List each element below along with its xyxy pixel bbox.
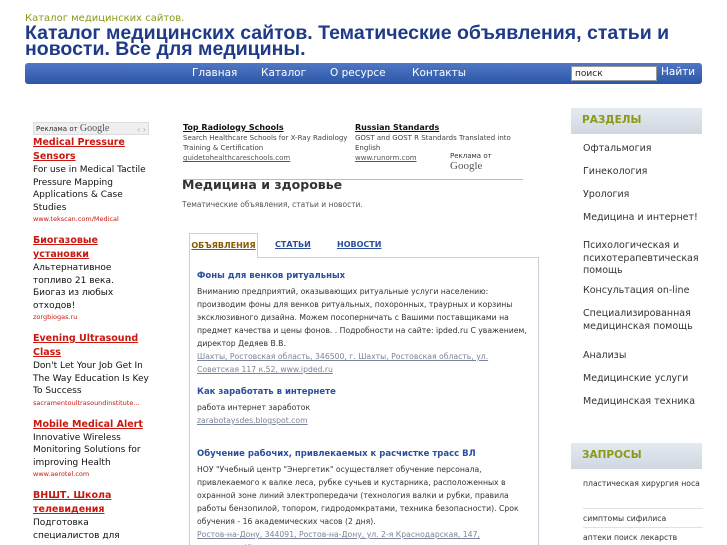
ad-item: Mobile Medical Alert Innovative Wireless…	[33, 418, 149, 481]
page-subheading: Тематические объявления, статьи и новост…	[182, 200, 363, 209]
ad-title-link[interactable]: Биогазовые установки	[33, 234, 149, 262]
ads-by-google-label: Реклама от Google ‹ ›	[33, 122, 149, 135]
section-link[interactable]: Гинекология	[583, 166, 703, 189]
site-title[interactable]: Каталог медицинских сайтов. Тематические…	[25, 23, 715, 59]
ad-body: Innovative Wireless Monitoring Solutions…	[33, 432, 141, 468]
ads-by-prefix: Реклама от	[36, 125, 78, 133]
listing-item: Обучение рабочих, привлекаемых к расчист…	[197, 448, 529, 545]
ad-body: Альтернативное топливо 21 века. Биогаз и…	[33, 263, 114, 311]
listing-item: Фоны для венков ритуальных Вниманию пред…	[197, 270, 529, 376]
page-heading: Медицина и здоровье	[182, 177, 343, 192]
section-link[interactable]: Офтальмогия	[583, 143, 703, 166]
sections-heading: РАЗДЕЛЫ	[571, 108, 702, 134]
ad-body: Подготовка специалистов для телевидения …	[33, 518, 138, 545]
queries-list: пластическая хирургия носа симптомы сифи…	[583, 478, 703, 545]
listing-location-link[interactable]: Ростов-на-Дону, 344091, Ростов-на-Дону, …	[197, 528, 529, 545]
sections-list: Офтальмогия Гинекология Урология Медицин…	[583, 143, 703, 413]
section-link[interactable]: Урология	[583, 189, 703, 212]
left-ad-column: Реклама от Google ‹ › Medical Pressure S…	[33, 122, 149, 545]
section-link[interactable]: Медицинская техника	[583, 390, 703, 413]
ad-body: For use in Medical Tactile Pressure Mapp…	[33, 165, 146, 213]
ad-pager-arrows-icon[interactable]: ‹ ›	[137, 124, 146, 136]
queries-heading: ЗАПРОСЫ	[571, 443, 702, 469]
top-ad-item: Top Radiology Schools Search Healthcare …	[183, 122, 353, 163]
top-ad-title-link[interactable]: Russian Standards	[355, 122, 520, 133]
ad-title-link[interactable]: ВНШТ. Школа телевидения	[33, 489, 149, 517]
tab-news[interactable]: НОВОСТИ	[337, 233, 381, 258]
ads-by-prefix: Реклама от	[450, 152, 492, 160]
section-link[interactable]: Консультация on-line	[583, 285, 703, 307]
ads-by-google-label: Реклама от Google	[450, 152, 523, 172]
page: Каталог медицинских сайтов. Каталог меди…	[0, 0, 727, 545]
query-link[interactable]: пластическая хирургия носа	[583, 478, 703, 508]
nav-home[interactable]: Главная	[192, 67, 237, 79]
listing-body: НОУ "Учебный центр "Энергетик" осуществл…	[197, 465, 519, 526]
listing-title-link[interactable]: Обучение рабочих, привлекаемых к расчист…	[197, 448, 529, 460]
ad-title-link[interactable]: Medical Pressure Sensors	[33, 136, 149, 164]
ad-body: Don't Let Your Job Get In The Way Educat…	[33, 361, 149, 396]
nav-contacts[interactable]: Контакты	[412, 67, 466, 79]
ad-title-link[interactable]: Mobile Medical Alert	[33, 418, 149, 432]
google-logo: Google	[450, 160, 483, 172]
top-ad-url[interactable]: guidetohealthcareschools.com	[183, 153, 353, 163]
ad-url[interactable]: www.aerotel.com	[33, 469, 149, 480]
listing-title-link[interactable]: Как заработать в интернете	[197, 386, 529, 398]
top-ad-block: Top Radiology Schools Search Healthcare …	[183, 122, 523, 180]
ad-url[interactable]: zorgbiogas.ru	[33, 312, 149, 323]
nav-about[interactable]: О ресурсе	[330, 67, 386, 79]
query-link[interactable]: симптомы сифилиса	[583, 509, 703, 527]
listing-body: Вниманию предприятий, оказывающих ритуал…	[197, 287, 527, 348]
ad-url[interactable]: sacramentoultrasoundinstitute...	[33, 398, 149, 409]
top-ad-body: Search Healthcare Schools for X-Ray Radi…	[183, 134, 348, 152]
listing-location-link[interactable]: zarabotaysdes.blogspot.com	[197, 414, 529, 427]
ad-url[interactable]: www.tekscan.com/Medical	[33, 214, 149, 225]
section-link[interactable]: Медицина и интернет!	[583, 212, 703, 236]
listing-location-link[interactable]: Шахты, Ростовская область, 346500, г. Ша…	[197, 350, 529, 376]
query-link[interactable]: аптеки поиск лекарств	[583, 528, 703, 545]
top-ad-title-link[interactable]: Top Radiology Schools	[183, 122, 353, 133]
nav-catalog[interactable]: Каталог	[261, 67, 306, 79]
section-link[interactable]: Анализы	[583, 344, 703, 367]
google-logo: Google	[79, 123, 110, 134]
tab-articles[interactable]: СТАТЬИ	[275, 233, 311, 258]
top-ad-body: GOST and GOST R Standards Translated int…	[355, 134, 511, 152]
main-navbar: Главная Каталог О ресурсе Контакты Найти	[25, 63, 702, 84]
ad-item: Evening Ultrasound Class Don't Let Your …	[33, 332, 149, 409]
section-link[interactable]: Специализированная медицинская помощь	[583, 307, 703, 344]
ad-title-link[interactable]: Evening Ultrasound Class	[33, 332, 149, 360]
ad-item: Medical Pressure Sensors For use in Medi…	[33, 136, 149, 225]
ad-item: Биогазовые установки Альтернативное топл…	[33, 234, 149, 323]
search-button[interactable]: Найти	[661, 66, 695, 78]
tab-ads[interactable]: ОБЪЯВЛЕНИЯ	[189, 233, 258, 258]
search-input[interactable]	[571, 66, 657, 81]
listing-title-link[interactable]: Фоны для венков ритуальных	[197, 270, 529, 282]
listing-body: работа интернет заработок	[197, 403, 311, 412]
ad-item: ВНШТ. Школа телевидения Подготовка специ…	[33, 489, 149, 545]
section-link[interactable]: Психологическая и психотерапевтическая п…	[583, 236, 703, 285]
listing-item: Как заработать в интернете работа интерн…	[197, 386, 529, 427]
section-link[interactable]: Медицинские услуги	[583, 367, 703, 390]
